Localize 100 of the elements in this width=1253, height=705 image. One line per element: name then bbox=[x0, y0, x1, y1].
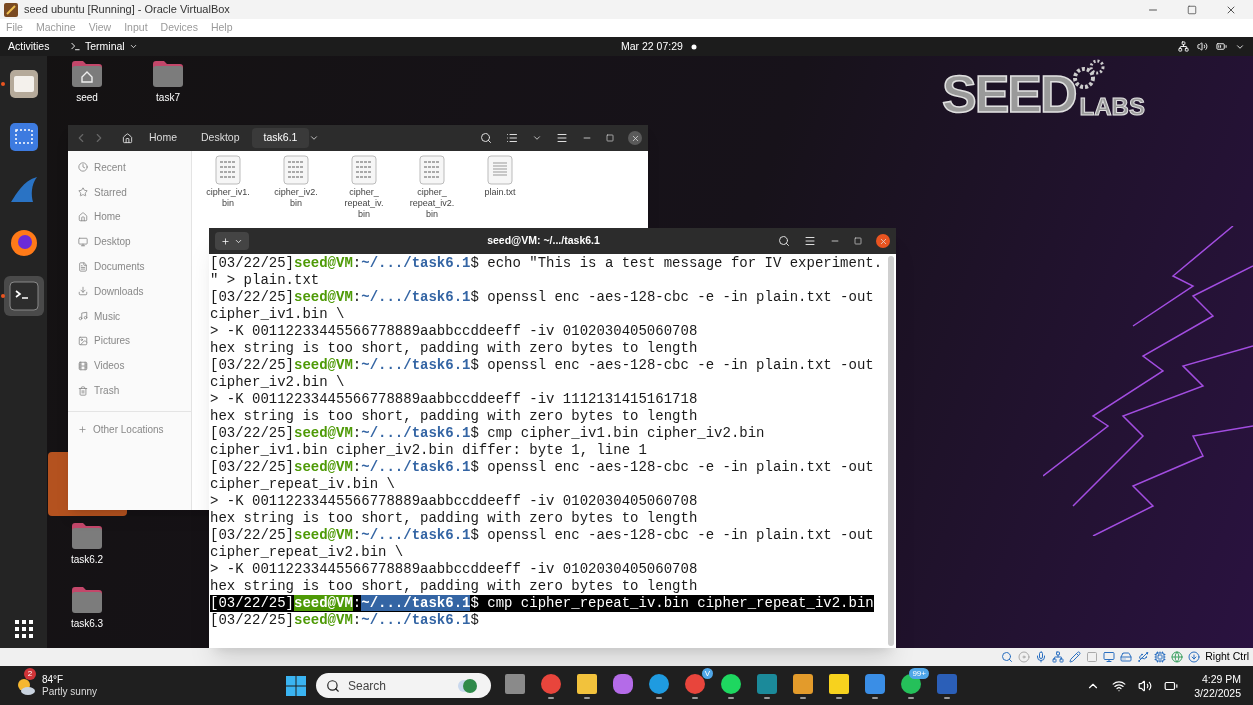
terminal-prompt-line: [03/22/25]seed@VM:~/.../task6.1$ openssl enc -aes-128-cbc -e -in plain.txt -out bbox=[210, 357, 874, 374]
trash-icon bbox=[78, 385, 88, 396]
terminal-output-line: cipher_iv1.bin \ bbox=[210, 306, 345, 323]
sidebar-item[interactable]: Videos bbox=[68, 353, 191, 379]
menu-item[interactable]: View bbox=[88, 20, 112, 36]
network-icon[interactable] bbox=[1178, 41, 1189, 52]
start-icon[interactable] bbox=[286, 675, 306, 696]
starred-icon bbox=[78, 187, 88, 198]
desktop-icon[interactable]: task7 bbox=[148, 60, 188, 105]
sidebar-item[interactable]: Desktop bbox=[68, 229, 191, 255]
terminal-output-line: > -K 00112233445566778889aabbccddeeff -iv 0102030405060708 bbox=[210, 323, 698, 340]
search-icon[interactable] bbox=[480, 132, 492, 144]
globe-icon bbox=[1171, 651, 1184, 663]
file-name: cipher_iv1. bin bbox=[206, 187, 250, 209]
terminal-output-line: > -K 00112233445566778889aabbccddeeff -iv 0102030405060708 bbox=[210, 561, 698, 578]
downloads-icon bbox=[78, 286, 88, 297]
pencil-icon bbox=[1069, 651, 1082, 663]
sidebar-item[interactable]: Starred bbox=[68, 179, 191, 205]
notification-badge: V bbox=[701, 667, 713, 679]
icon-tile[interactable]: cipher_ repeat_iv2. bin bbox=[402, 155, 462, 220]
globe-icon bbox=[456, 677, 478, 694]
sidebar-item[interactable]: Music bbox=[68, 303, 191, 329]
sidebar-item[interactable]: Documents bbox=[68, 254, 191, 279]
sidebar-item[interactable]: Trash bbox=[68, 378, 191, 403]
terminal-output-line: cipher_iv2.bin \ bbox=[210, 374, 345, 391]
terminal-prompt-line: [03/22/25]seed@VM:~/.../task6.1$ bbox=[210, 612, 479, 629]
desktop-icon[interactable]: seed bbox=[67, 60, 107, 105]
terminal-prompt-line: [03/22/25]seed@VM:~/.../task6.1$ cmp cipher_iv1.bin cipher_iv2.bin bbox=[210, 425, 765, 442]
menu-item[interactable]: Machine bbox=[35, 20, 76, 36]
desktop-icon bbox=[78, 236, 88, 247]
sidebar-item[interactable]: Downloads bbox=[68, 279, 191, 304]
file-name: cipher_ repeat_iv2. bin bbox=[409, 187, 455, 220]
menu-icon[interactable] bbox=[804, 235, 816, 247]
network-icon bbox=[1052, 651, 1065, 663]
icon-tile[interactable]: cipher_iv2. bin bbox=[266, 155, 326, 209]
sidebar-item[interactable]: Recent bbox=[68, 155, 191, 180]
menu-item[interactable]: Devices bbox=[160, 20, 198, 36]
desktop-icon[interactable]: task6.2 bbox=[67, 522, 107, 567]
icon-tile[interactable]: plain.txt bbox=[470, 155, 530, 198]
icon-tile[interactable]: cipher_ repeat_iv. bin bbox=[334, 155, 394, 220]
desktop-icon-label: task6.2 bbox=[70, 553, 104, 567]
path-button[interactable]: Desktop bbox=[189, 128, 252, 148]
host-key-label: Right Ctrl bbox=[1205, 649, 1249, 665]
terminal-output-line: hex string is too short, padding with zero bytes to length bbox=[210, 510, 698, 527]
weather-widget[interactable]: 2 84°F Partly sunny bbox=[0, 666, 280, 705]
caret-icon[interactable] bbox=[532, 133, 542, 143]
sidebar-item[interactable]: Pictures bbox=[68, 328, 191, 354]
maximize-icon[interactable] bbox=[1187, 4, 1197, 15]
sidebar-item[interactable]: Home bbox=[68, 204, 191, 230]
terminal-output-line: hex string is too short, padding with zero bytes to length bbox=[210, 408, 698, 425]
clock[interactable]: 4:29 PM 3/22/2025 bbox=[1194, 671, 1241, 700]
new-tab-button[interactable] bbox=[215, 232, 249, 250]
search-icon[interactable] bbox=[778, 235, 790, 247]
file-name: cipher_iv2. bin bbox=[274, 187, 318, 209]
close-icon bbox=[878, 236, 888, 246]
terminal-prompt-line: [03/22/25]seed@VM:~/.../task6.1$ openssl enc -aes-128-cbc -e -in plain.txt -out bbox=[210, 527, 874, 544]
note-icon bbox=[828, 672, 850, 695]
weather-description: Partly sunny bbox=[42, 685, 98, 698]
drive-icon bbox=[1120, 651, 1133, 663]
recent-icon bbox=[78, 162, 88, 173]
terminal-output-line: hex string is too short, padding with zero bytes to length bbox=[210, 578, 698, 595]
menu-icon[interactable] bbox=[556, 132, 568, 144]
path-button[interactable]: task6.1 bbox=[251, 128, 310, 148]
usb-icon bbox=[1137, 651, 1150, 663]
path-button[interactable]: Home bbox=[137, 128, 189, 148]
volume-icon[interactable] bbox=[1138, 678, 1153, 693]
microphone-icon bbox=[1035, 651, 1048, 663]
caret-icon[interactable] bbox=[309, 133, 320, 143]
close-button[interactable] bbox=[628, 131, 642, 145]
clock[interactable]: Mar 22 07:29 bbox=[621, 38, 697, 55]
monitor-icon bbox=[1103, 651, 1116, 663]
menu-item[interactable]: File bbox=[6, 20, 23, 36]
icon-tile[interactable]: cipher_iv1. bin bbox=[198, 155, 258, 209]
app-icon bbox=[4, 2, 18, 17]
terminal-icon bbox=[70, 41, 81, 52]
battery-icon[interactable] bbox=[1216, 41, 1227, 52]
plus-icon bbox=[221, 236, 230, 246]
desktop-icon[interactable]: task6.3 bbox=[67, 586, 107, 631]
menu-item[interactable]: Input bbox=[124, 20, 148, 36]
plus-icon bbox=[78, 424, 87, 434]
videos-icon bbox=[78, 360, 88, 371]
close-button[interactable] bbox=[876, 234, 890, 248]
list-view-icon[interactable] bbox=[506, 132, 518, 144]
window-title: seed@VM: ~/.../task6.1 bbox=[486, 233, 601, 249]
activities-button[interactable]: Activities bbox=[0, 38, 70, 55]
search-field[interactable]: Search bbox=[316, 673, 491, 698]
search-icon bbox=[326, 678, 340, 693]
terminal-output-line: cipher_repeat_iv.bin \ bbox=[210, 476, 395, 493]
app-menu[interactable]: Terminal bbox=[70, 38, 138, 55]
volume-icon[interactable] bbox=[1197, 41, 1208, 52]
menu-item[interactable]: Help bbox=[210, 20, 233, 36]
desktop-icon-label: task7 bbox=[156, 91, 180, 105]
app-grid-icon[interactable] bbox=[12, 618, 35, 640]
wifi-icon[interactable] bbox=[1112, 678, 1127, 693]
other-locations-item[interactable]: Other Locations bbox=[68, 410, 191, 437]
desktop-icon-label: task6.3 bbox=[70, 617, 104, 631]
binary-file-icon bbox=[419, 155, 445, 185]
search-input[interactable]: Search bbox=[348, 676, 448, 695]
notification-badge: 2 bbox=[24, 667, 36, 680]
terminal-output-line: cipher_iv1.bin cipher_iv2.bin differ: byte 1, line 1 bbox=[210, 442, 647, 459]
